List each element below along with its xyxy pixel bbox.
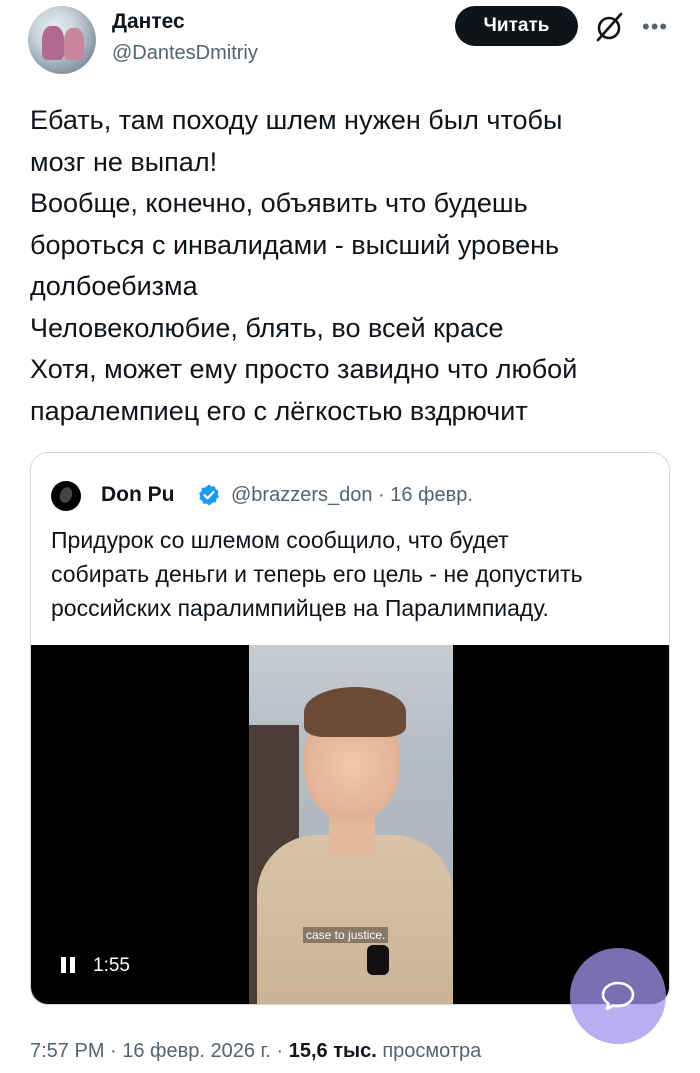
message-button[interactable]	[570, 948, 666, 1044]
tweet-text: Ебать, там походу шлем нужен был чтобы м…	[30, 100, 670, 432]
video-person	[304, 687, 406, 737]
pause-icon[interactable]	[61, 957, 75, 973]
author-avatar[interactable]	[28, 6, 96, 74]
video-frame: case to justice.	[249, 645, 453, 1004]
quoted-tweet[interactable]: Don Pu @brazzers_don · 16 февр. Придурок…	[30, 452, 670, 1005]
quote-line: собирать деньги и теперь его цель - не д…	[51, 561, 583, 587]
author-name[interactable]: Дантес	[112, 10, 185, 34]
verified-icon	[199, 484, 219, 506]
tweet-line: Вообще, конечно, объявить что будешь	[30, 188, 528, 218]
grok-icon[interactable]	[592, 10, 626, 44]
quote-line: Придурок со шлемом сообщило, что будет	[51, 527, 509, 553]
quote-handle-date: @brazzers_don · 16 февр.	[231, 484, 473, 506]
more-icon[interactable]: •••	[642, 14, 668, 40]
video-time: 1:55	[93, 955, 130, 976]
tweet-line: Человеколюбие, блять, во всей красе	[30, 312, 504, 343]
tweet-line: Хотя, может ему просто завидно что любой	[30, 354, 578, 384]
tweet-line: бороться с инвалидами - высший уровень	[30, 229, 560, 260]
quote-author-avatar[interactable]	[51, 481, 81, 511]
tweet-line: мозг не выпал!	[30, 146, 218, 177]
view-count: 15,6 тыс.	[288, 1040, 377, 1062]
author-handle[interactable]: @DantesDmitriy	[112, 42, 258, 65]
video-caption: case to justice.	[303, 927, 389, 943]
microphone	[367, 945, 389, 975]
video-person	[257, 835, 453, 1004]
tweet-line: паралемпиец его с лёгкостью вздрючит	[30, 395, 528, 426]
tweet-timestamp[interactable]: 7:57 PM · 16 февр. 2026 г. ·	[30, 1040, 289, 1062]
quote-author-name[interactable]: Don Pu	[101, 483, 175, 507]
view-label: просмотра	[376, 1040, 482, 1062]
tweet-line: долбоебизма	[30, 271, 198, 301]
tweet-meta: 7:57 PM · 16 февр. 2026 г. · 15,6 тыс. п…	[30, 1040, 481, 1063]
quote-line: российских паралимпийцев на Паралимпиаду…	[51, 595, 549, 621]
follow-button[interactable]: Читать	[455, 6, 578, 46]
quote-text: Придурок со шлемом сообщило, что будет с…	[51, 523, 651, 625]
tweet-line: Ебать, там походу шлем нужен был чтобы	[30, 105, 563, 135]
message-icon	[601, 981, 635, 1011]
avatar-figure	[64, 28, 84, 60]
video-player[interactable]: case to justice. 1:55	[31, 645, 669, 1004]
avatar-figure	[42, 26, 64, 60]
